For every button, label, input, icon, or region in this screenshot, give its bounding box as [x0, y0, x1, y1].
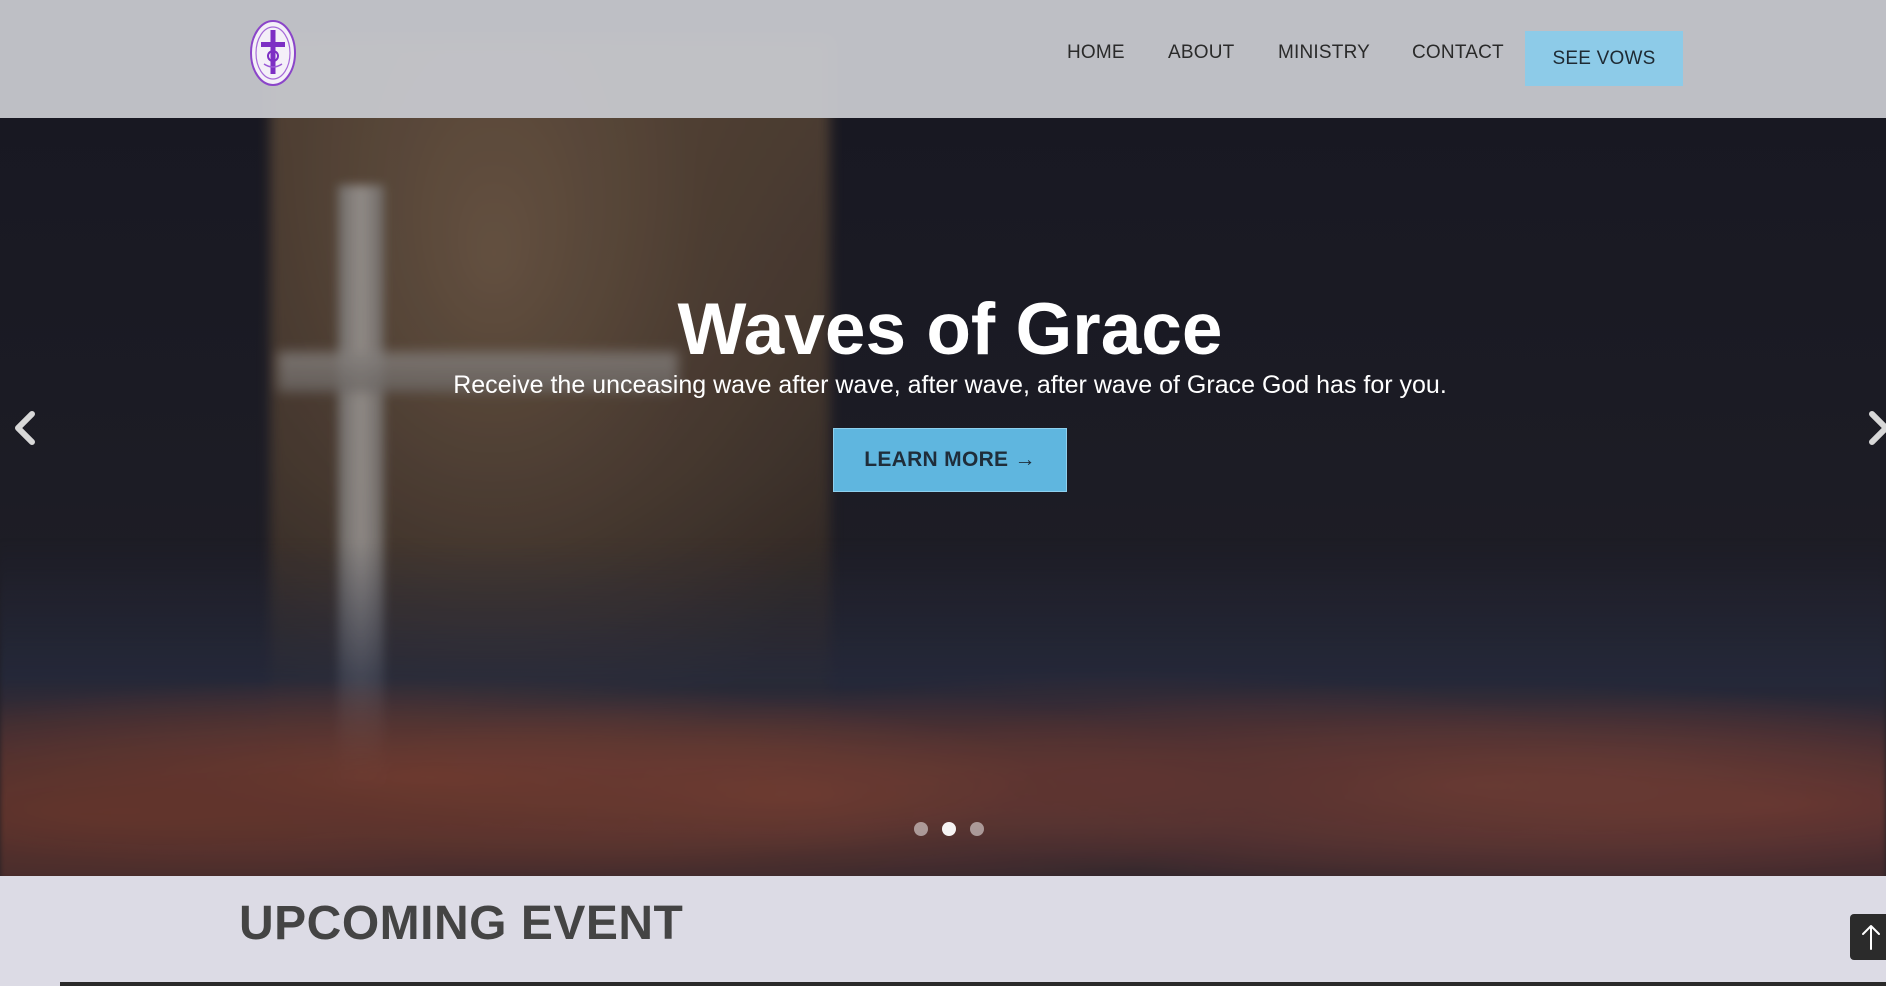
upcoming-event-section: UPCOMING EVENT [0, 876, 1886, 986]
see-vows-button[interactable]: SEE VOWS [1525, 31, 1683, 86]
chevron-right-icon [1869, 411, 1886, 445]
back-to-top-button[interactable] [1850, 914, 1886, 960]
hero-title: Waves of Grace [677, 289, 1223, 370]
nav-contact-link[interactable]: CONTACT [1412, 42, 1504, 64]
chevron-left-icon [15, 411, 35, 445]
carousel-prev-button[interactable] [8, 408, 44, 448]
carousel-dot-1[interactable] [914, 822, 928, 836]
arrow-up-icon [1862, 925, 1880, 950]
carousel-dot-2-active[interactable] [942, 822, 956, 836]
hero-subtitle: Receive the unceasing wave after wave, a… [453, 371, 1447, 399]
nav-ministry-link[interactable]: MINISTRY [1278, 42, 1370, 64]
section-divider [60, 982, 1886, 986]
nav-about-link[interactable]: ABOUT [1168, 42, 1234, 64]
church-seal-logo-icon [250, 20, 296, 86]
upcoming-event-heading: UPCOMING EVENT [239, 897, 684, 950]
learn-more-button[interactable]: LEARN MORE → [833, 428, 1067, 492]
site-header: HOME ABOUT MINISTRY CONTACT SEE VOWS [0, 0, 1886, 118]
hero-carousel: Waves of Grace Receive the unceasing wav… [0, 0, 1886, 876]
carousel-dot-3[interactable] [970, 822, 984, 836]
carousel-next-button[interactable] [1862, 408, 1886, 448]
nav-home-link[interactable]: HOME [1067, 42, 1125, 64]
logo-link[interactable] [248, 18, 298, 88]
